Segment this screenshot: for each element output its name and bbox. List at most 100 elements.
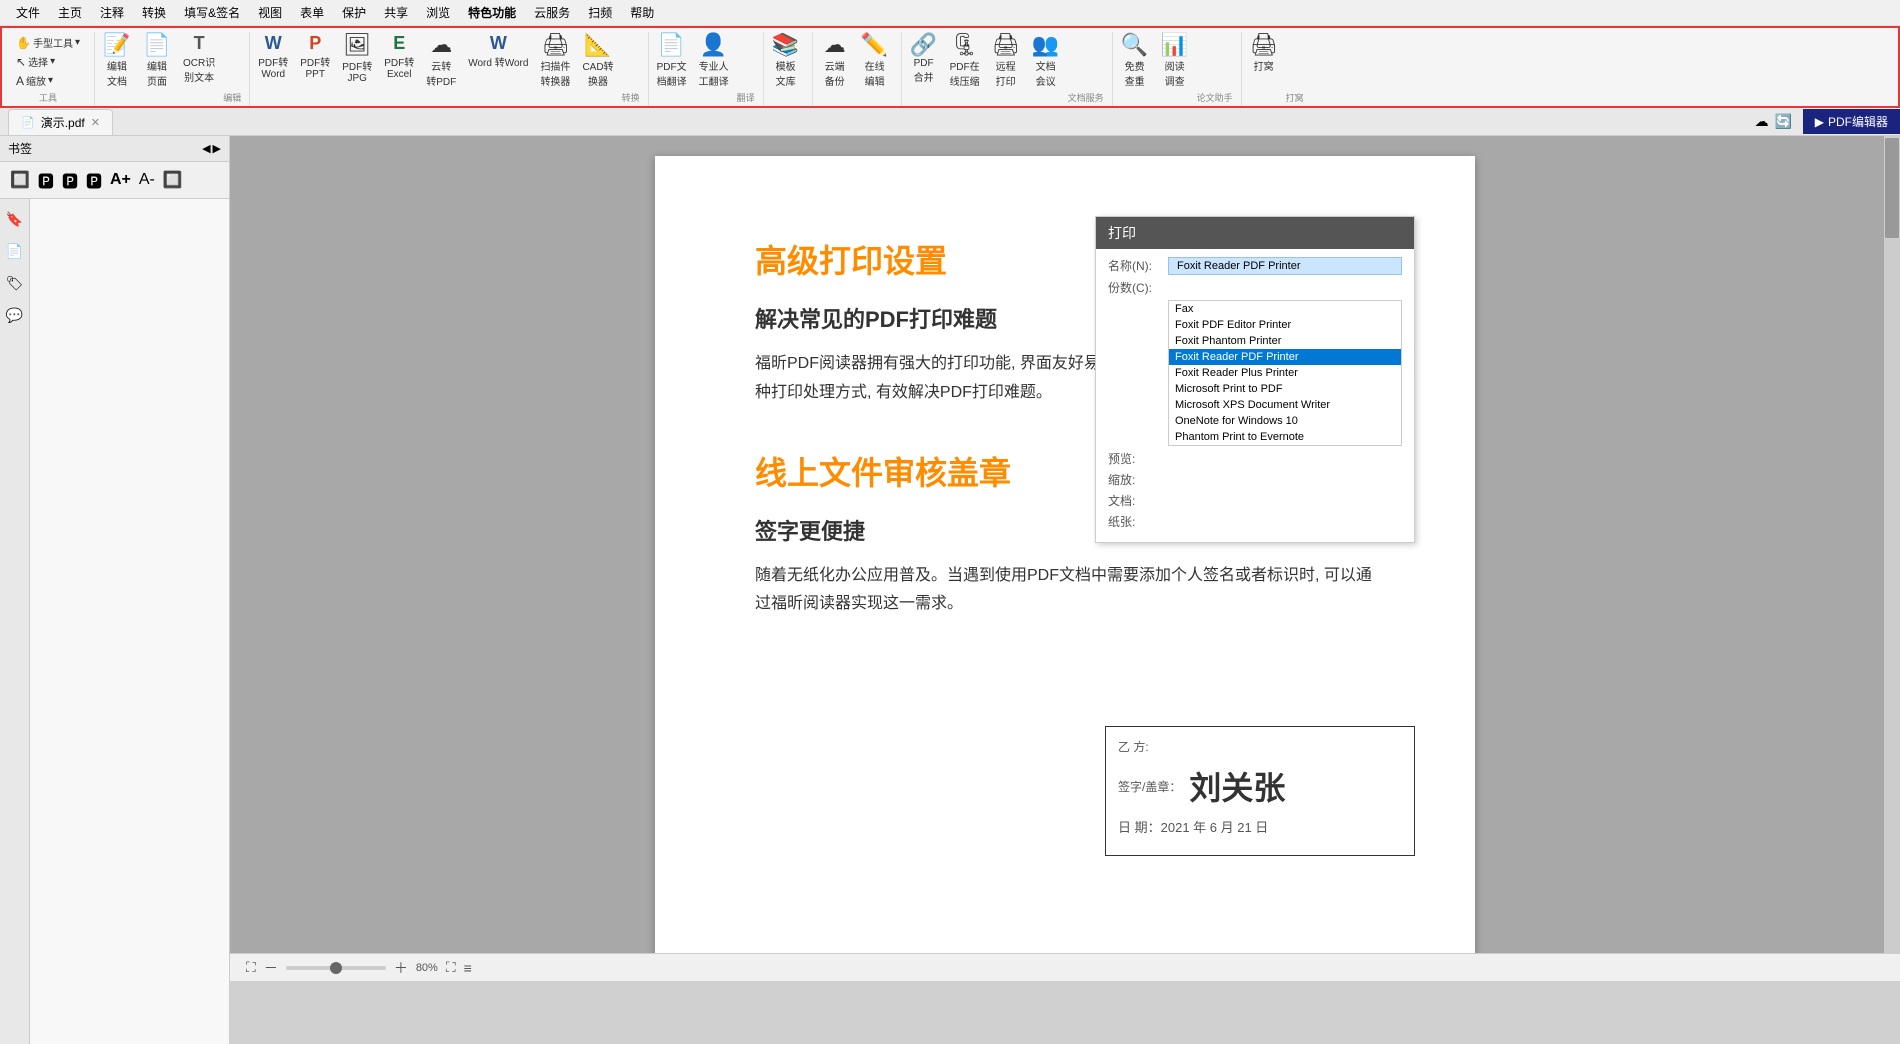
- sidebar-tool-3[interactable]: 🅿: [60, 166, 80, 194]
- sidebar-header: 书签 ◀ ▶: [0, 136, 229, 162]
- sidebar: 书签 ◀ ▶ 🔲 🅿 🅿 🅿 A+ A- 🔲 🔖 📄 🏷 💬: [0, 136, 230, 981]
- cloud-convert-btn[interactable]: ☁ 云转转PDF: [422, 32, 460, 90]
- pdf-to-jpg-btn[interactable]: 🖼 PDF转JPG: [338, 32, 376, 86]
- printer-foxit-reader[interactable]: Foxit Reader PDF Printer: [1169, 349, 1401, 365]
- pdf-compress-btn[interactable]: 🗜 PDF在线压缩: [946, 32, 984, 90]
- printer-ms-pdf[interactable]: Microsoft Print to PDF: [1169, 381, 1401, 397]
- template-icon: 📚: [772, 34, 799, 56]
- print-doc-row: 文档:: [1108, 492, 1402, 509]
- menu-form[interactable]: 表单: [292, 2, 332, 23]
- convert-group-label: 转换: [622, 91, 640, 106]
- tab-close-btn[interactable]: ✕: [91, 116, 100, 129]
- sync-icon[interactable]: 🔄: [1775, 113, 1792, 130]
- sidebar-tool-7[interactable]: 🔲: [161, 168, 185, 192]
- cloud-backup-icon: ☁: [824, 34, 846, 56]
- sidebar-tool-5[interactable]: A+: [108, 169, 133, 191]
- sidebar-next-btn[interactable]: ▶: [213, 142, 221, 155]
- menu-scan[interactable]: 扫频: [580, 2, 620, 23]
- pdf-merge-btn[interactable]: 🔗 PDF合并: [906, 32, 942, 86]
- remote-print-btn[interactable]: 🖨 远程打印: [988, 32, 1024, 90]
- reading-survey-btn[interactable]: 📊 阅读调查: [1157, 32, 1193, 90]
- menu-home[interactable]: 主页: [50, 2, 90, 23]
- pdf-scrollbar[interactable]: [1884, 136, 1900, 981]
- sidebar-icon-bookmark[interactable]: 🔖: [3, 207, 27, 231]
- sidebar-toolbar: 🔲 🅿 🅿 🅿 A+ A- 🔲: [0, 162, 229, 199]
- printer-foxit-reader-plus[interactable]: Foxit Reader Plus Printer: [1169, 365, 1401, 381]
- tab-pdf-icon: 📄: [21, 116, 35, 129]
- slider-track[interactable]: [286, 966, 386, 970]
- printer-evernote[interactable]: Phantom Print to Evernote: [1169, 429, 1401, 445]
- zoom-tool-btn[interactable]: A 缩放 ▾: [12, 72, 84, 89]
- edit-page-icon: 📄: [143, 34, 170, 56]
- printer-onenote[interactable]: OneNote for Windows 10: [1169, 413, 1401, 429]
- select-dropdown[interactable]: ▾: [50, 56, 55, 67]
- scroll-mode-icon[interactable]: ≡: [464, 960, 472, 976]
- print-icon: 🖨: [1250, 34, 1278, 56]
- cloud-backup-btn[interactable]: ☁ 云端备份: [817, 32, 853, 90]
- stamp-sign-row: 签字/盖章： 刘关张: [1118, 763, 1402, 809]
- scan-convert-btn[interactable]: 🖨 扫描件转换器: [536, 32, 574, 90]
- tab-demo-pdf[interactable]: 📄 演示.pdf ✕: [8, 109, 113, 135]
- edit-page-btn[interactable]: 📄 编辑页面: [139, 32, 175, 90]
- printer-foxit-editor[interactable]: Foxit PDF Editor Printer: [1169, 317, 1401, 333]
- hand-dropdown[interactable]: ▾: [75, 37, 80, 48]
- print-name-input[interactable]: Foxit Reader PDF Printer: [1168, 257, 1402, 275]
- ribbon-group-assistant: 🔍 免费查重 📊 阅读调查 论文助手: [1113, 32, 1242, 106]
- ribbon-group-docservice: 🔗 PDF合并 🗜 PDF在线压缩 🖨 远程打印 👥 文档会议 文档服务: [902, 32, 1113, 106]
- template-library-btn[interactable]: 📚 模板文库: [768, 32, 804, 90]
- fullscreen-icon[interactable]: ⛶: [446, 959, 456, 976]
- sidebar-tool-4[interactable]: 🅿: [84, 166, 104, 194]
- menu-file[interactable]: 文件: [8, 2, 48, 23]
- sidebar-tool-6[interactable]: A-: [137, 169, 157, 191]
- pdf-translate-btn[interactable]: 📄 PDF文档翻译: [653, 32, 691, 90]
- select-tool-btn[interactable]: ↖ 选择 ▾: [12, 53, 84, 70]
- hand-tool-btn[interactable]: ✋ 手型工具 ▾: [12, 34, 84, 51]
- pdf-merge-label: PDF合并: [914, 58, 934, 84]
- ribbon: ✋ 手型工具 ▾ ↖ 选择 ▾ A 缩放 ▾ 工具: [0, 26, 1900, 108]
- online-edit-btn[interactable]: ✏️ 在线编辑: [857, 32, 893, 90]
- edit-page-label: 编辑页面: [147, 58, 167, 88]
- ribbon-group-template: 📚 模板文库: [764, 32, 813, 106]
- edit-doc-btn[interactable]: 📝 编辑文档: [99, 32, 135, 90]
- slider-thumb[interactable]: [330, 962, 342, 974]
- menu-protect[interactable]: 保护: [334, 2, 374, 23]
- menu-annotate[interactable]: 注释: [92, 2, 132, 23]
- pdf-scrollbar-thumb[interactable]: [1885, 138, 1899, 238]
- zoom-dropdown[interactable]: ▾: [48, 75, 53, 86]
- menu-share[interactable]: 共享: [376, 2, 416, 23]
- print-dialog-title: 打印: [1096, 217, 1414, 249]
- pdf-to-excel-btn[interactable]: E PDF转Excel: [380, 32, 418, 82]
- human-translate-btn[interactable]: 👤 专业人工翻译: [695, 32, 733, 90]
- printer-foxit-phantom[interactable]: Foxit Phantom Printer: [1169, 333, 1401, 349]
- pdf-editor-button[interactable]: ▶ PDF编辑器: [1803, 109, 1900, 134]
- menu-sign[interactable]: 填写&签名: [176, 2, 248, 23]
- sidebar-icon-comment[interactable]: 💬: [3, 303, 27, 327]
- menu-cloud[interactable]: 云服务: [526, 2, 578, 23]
- doc-meeting-btn[interactable]: 👥 文档会议: [1028, 32, 1064, 90]
- menu-browse[interactable]: 浏览: [418, 2, 458, 23]
- sidebar-icon-page[interactable]: 📄: [3, 239, 27, 263]
- menu-special[interactable]: 特色功能: [460, 2, 524, 23]
- sidebar-prev-btn[interactable]: ◀: [202, 142, 210, 155]
- menu-view[interactable]: 视图: [250, 2, 290, 23]
- sidebar-main-content: [30, 199, 229, 1044]
- printer-ms-xps[interactable]: Microsoft XPS Document Writer: [1169, 397, 1401, 413]
- ocr-btn[interactable]: T OCR识别文本: [179, 32, 219, 86]
- fit-page-icon[interactable]: ⛶: [246, 959, 256, 976]
- menu-convert[interactable]: 转换: [134, 2, 174, 23]
- pdf-to-ppt-btn[interactable]: P PDF转PPT: [296, 32, 334, 82]
- cloud-backup-label: 云端备份: [825, 58, 845, 88]
- sidebar-tool-2[interactable]: 🅿: [36, 166, 56, 194]
- printer-fax[interactable]: Fax: [1169, 301, 1401, 317]
- cloud-convert-icon: ☁: [430, 34, 452, 56]
- zoom-slider[interactable]: [286, 966, 386, 970]
- sidebar-icon-tag[interactable]: 🏷: [3, 271, 27, 295]
- sidebar-tool-1[interactable]: 🔲: [8, 168, 32, 192]
- word-to-word-btn[interactable]: W Word 转Word: [464, 32, 532, 71]
- cloud-sync-icon[interactable]: ☁: [1755, 113, 1769, 130]
- print-btn[interactable]: 🖨 打窝: [1246, 32, 1282, 75]
- menu-help[interactable]: 帮助: [622, 2, 662, 23]
- free-check-btn[interactable]: 🔍 免费查重: [1117, 32, 1153, 90]
- cad-convert-btn[interactable]: 📐 CAD转换器: [578, 32, 617, 90]
- pdf-to-word-btn[interactable]: W PDF转Word: [254, 32, 292, 82]
